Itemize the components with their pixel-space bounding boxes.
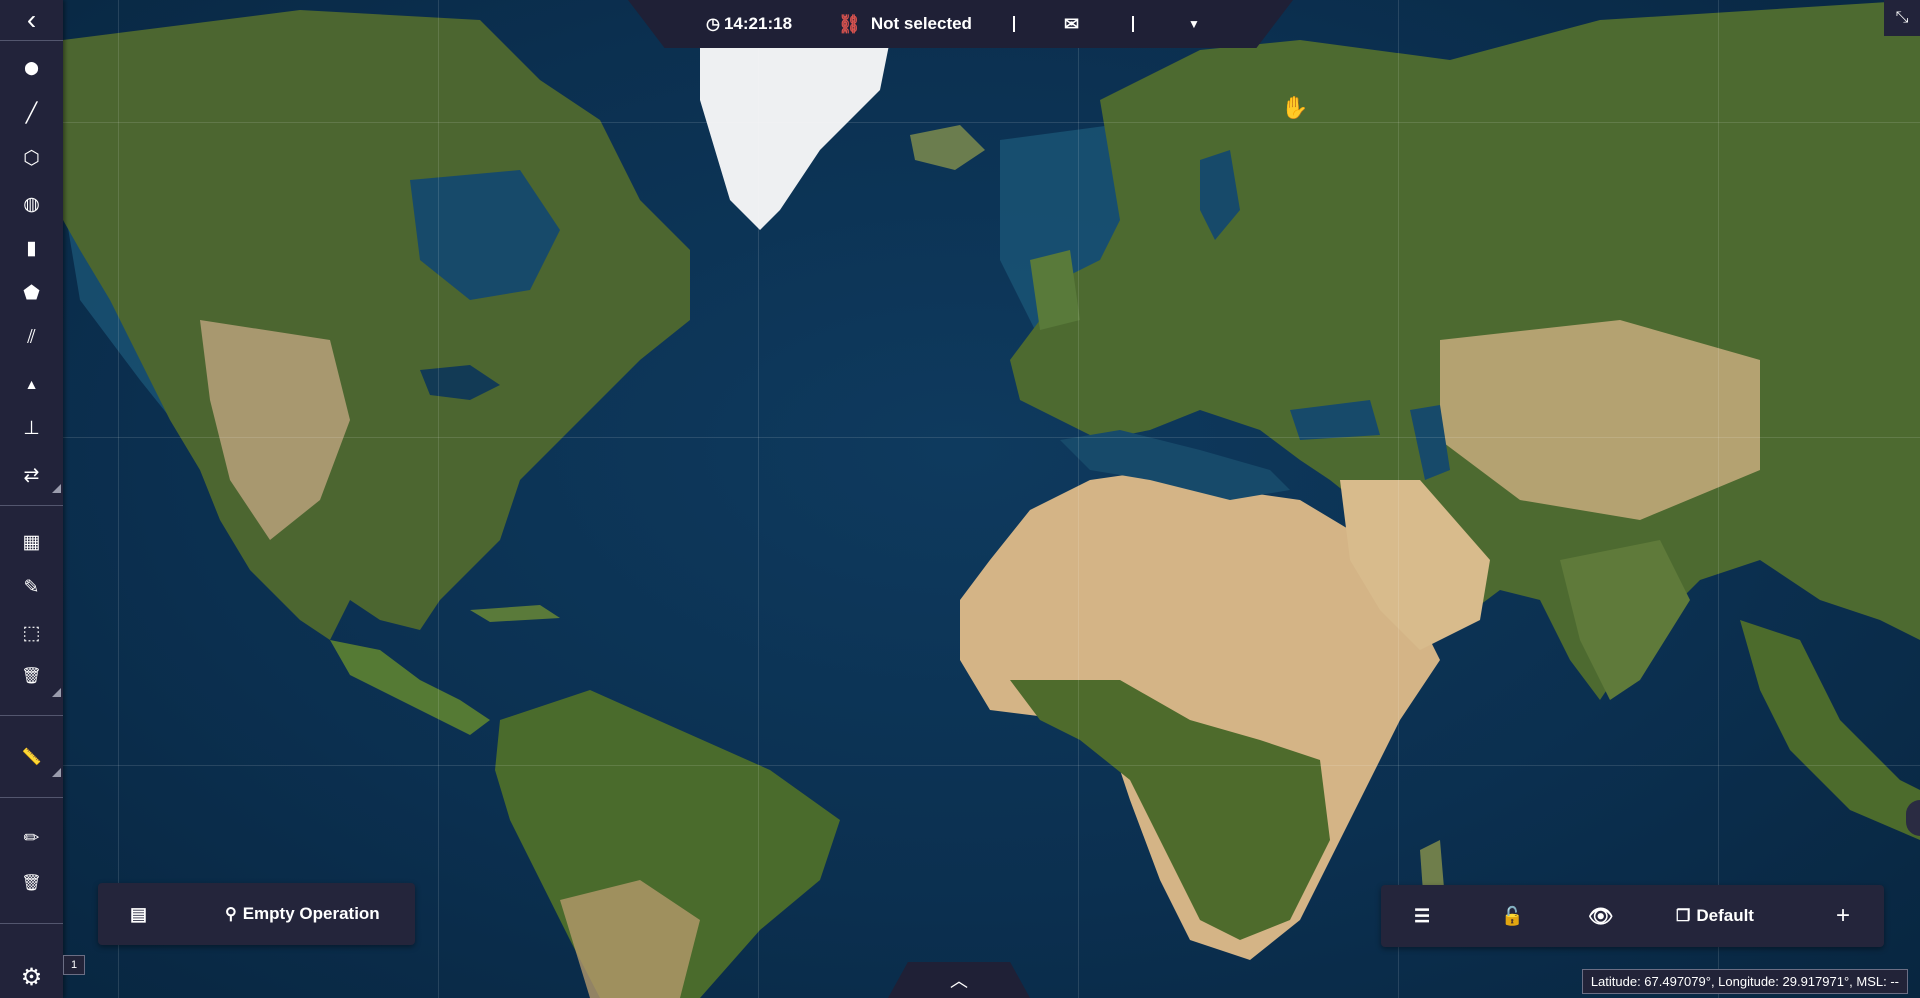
trash-icon: 🗑 [21,875,42,892]
clock-icon: ◷ [706,16,720,33]
side-panel-toggle[interactable] [1906,800,1920,836]
graticule-line [1718,0,1719,998]
selection-label: Not selected [870,14,972,33]
divider [1013,16,1015,32]
add-point-button[interactable]: ⬤ [0,48,63,88]
pencil-icon: ✏ [23,827,40,849]
top-status-bar: ◷ 14:21:18 ⛓ Not selected ✉ ▼ [628,0,1293,48]
line-tool-icon: ╱ [25,102,38,124]
chevron-left-icon: ‹ [26,4,37,35]
divider [0,40,63,41]
time-display: 14:21:18 [723,14,793,33]
chevron-up-icon: ︿ [950,971,968,991]
messages-button[interactable]: ✉ [1064,0,1079,48]
globe-icon: ◍ [23,193,40,215]
envelope-icon: ✉ [1064,13,1080,34]
map-pin-icon: ⬤ [24,60,39,75]
link-broken-icon: ⛓ [838,13,861,34]
layer-label: Default [1696,906,1754,925]
terrain-button[interactable]: ▲ [0,364,63,404]
graticule-line [0,122,1920,123]
graticule-line [0,765,1920,766]
expand-indicator [52,688,61,697]
exit-fullscreen-button[interactable]: ⤡ [1884,0,1920,36]
divider [0,715,63,716]
lock-layer-button[interactable]: 🔓 [1501,885,1523,947]
table-icon: ▦ [22,531,41,553]
bottom-drawer-toggle[interactable]: ︿ [888,962,1030,998]
expand-indicator [52,484,61,493]
select-area-button[interactable]: ⬚ [0,613,63,653]
add-layer-button[interactable]: + [1836,885,1850,947]
map-canvas[interactable]: ✋ [0,0,1920,998]
settings-button[interactable]: ⚙ [0,957,63,997]
topbar-dropdown-button[interactable]: ▼ [1188,0,1200,48]
terrain-icon: ▲ [24,376,39,392]
operation-icon: ⚲ [225,906,237,923]
select-area-icon: ⬚ [22,622,41,644]
operation-label: Empty Operation [242,904,380,923]
coordinates-readout: Latitude: 67.497079°, Longitude: 29.9179… [1581,969,1908,994]
greenland [700,40,890,230]
operation-panel: ▤ ⚲ Empty Operation [98,883,415,945]
road-icon: ⫽ [27,327,36,348]
expand-indicator [52,768,61,777]
north-america [63,10,690,640]
graticule-line [1078,0,1079,998]
globe-button[interactable]: ◍ [0,184,63,224]
clock: ◷ 14:21:18 [706,0,792,48]
draw-polygon-button[interactable]: ⬡ [0,138,63,178]
eye-icon: 👁 [1588,905,1614,928]
compress-icon: ⤡ [1895,9,1909,26]
draw-cylinder-button[interactable]: ▮ [0,228,63,268]
pentagon-icon: ⬟ [23,282,40,304]
caret-down-icon: ▼ [1188,17,1200,31]
edit-icon: ✎ [23,576,40,598]
operation-selector[interactable]: ⚲ Empty Operation [225,883,380,945]
unlock-icon: 🔓 [1501,905,1524,926]
collapse-sidebar-button[interactable]: ‹ [0,0,63,40]
operation-list-button[interactable]: ▤ [130,883,147,945]
world-map-imagery [60,0,1920,998]
draw-corridor-button[interactable]: ⫽ [0,318,63,358]
hand-cursor-icon: ✋ [1281,95,1309,120]
list-icon: ▤ [130,903,148,924]
edit-button[interactable]: ✎ [0,567,63,607]
layer-panel: ☰ 🔓 👁 ❐ Default + [1381,885,1884,947]
graticule-line [1398,0,1399,998]
visibility-button[interactable]: 👁 [1588,885,1613,947]
route-icon: ⇄ [23,464,40,486]
divider [0,505,63,506]
polygon-draw-icon: ⬡ [23,147,40,169]
plus-icon: + [1836,902,1851,929]
draw-shape-button[interactable]: ⬟ [0,273,63,313]
draw-line-button[interactable]: ╱ [0,93,63,133]
ruler-icon: 📏 [21,749,42,766]
cylinder-icon: ▮ [26,237,37,259]
sort-layers-button[interactable]: ☰ [1414,885,1430,947]
table-button[interactable]: ▦ [0,522,63,562]
graticule-line [0,437,1920,438]
pencil-button[interactable]: ✏ [0,818,63,858]
left-toolbar: ‹ ⬤ ╱ ⬡ ◍ ▮ ⬟ ⫽ ▲ ⊥ ⇄ ▦ ✎ ⬚ 🗑 📏 ✏ 🗑 ⚙ [0,0,63,998]
sort-icon: ☰ [1414,905,1431,926]
graticule-line [118,0,119,998]
small-tag: 1 [63,955,85,975]
selection-status[interactable]: ⛓ Not selected [838,0,972,48]
divider [0,923,63,924]
graticule-line [758,0,759,998]
gear-icon: ⚙ [20,963,43,991]
trash-icon: 🗑 [21,668,42,685]
pin-button[interactable]: ⊥ [0,408,63,448]
graticule-line [438,0,439,998]
clear-drawings-button[interactable]: 🗑 [0,863,63,903]
layers-icon: ❐ [1676,908,1691,925]
divider [1132,16,1134,32]
divider [0,797,63,798]
pushpin-icon: ⊥ [23,417,40,439]
layer-selector[interactable]: ❐ Default [1676,885,1754,947]
